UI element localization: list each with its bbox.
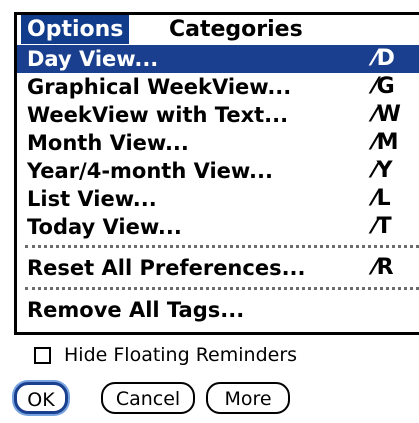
- menu-categories[interactable]: Categories: [163, 15, 309, 44]
- menu-item-shortcut: ⁄G: [373, 74, 395, 99]
- menu-item-label: List View...: [27, 187, 157, 211]
- hide-floating-reminders-checkbox[interactable]: [34, 347, 51, 364]
- menu-bar: Options Categories: [14, 12, 419, 44]
- menu-item-year-4-month-view[interactable]: Year/4-month View... ⁄Y: [17, 157, 419, 185]
- menu-item-label: Today View...: [27, 215, 182, 239]
- menu-item-shortcut: ⁄T: [373, 214, 392, 239]
- menu-item-label: WeekView with Text...: [27, 103, 289, 127]
- menu-item-label: Day View...: [27, 47, 159, 71]
- cancel-button[interactable]: Cancel: [101, 382, 195, 414]
- menu-separator: [25, 287, 419, 290]
- menu-item-list-view[interactable]: List View... ⁄L: [17, 185, 419, 213]
- menu-item-month-view[interactable]: Month View... ⁄M: [17, 129, 419, 157]
- menu-separator: [25, 245, 419, 248]
- more-button[interactable]: More: [206, 382, 290, 414]
- menu-item-remove-all-tags[interactable]: Remove All Tags...: [17, 296, 419, 324]
- menu-options[interactable]: Options: [21, 15, 130, 44]
- menu-item-weekview-text[interactable]: WeekView with Text... ⁄W: [17, 101, 419, 129]
- menu-item-label: Year/4-month View...: [27, 159, 273, 183]
- menu-item-shortcut: ⁄W: [373, 102, 401, 127]
- menu-item-shortcut: ⁄M: [373, 130, 399, 155]
- menu-item-today-view[interactable]: Today View... ⁄T: [17, 213, 419, 241]
- menu-item-day-view[interactable]: Day View... ⁄D: [17, 45, 419, 73]
- screen: Options Categories Day View... ⁄D Graphi…: [0, 0, 419, 423]
- hide-floating-reminders-label: Hide Floating Reminders: [64, 344, 298, 366]
- menu-item-shortcut: ⁄R: [373, 255, 394, 280]
- menu-item-shortcut: ⁄D: [373, 46, 395, 71]
- ok-button[interactable]: OK: [14, 382, 68, 414]
- menu-item-label: Graphical WeekView...: [27, 75, 292, 99]
- options-dropdown-menu: Day View... ⁄D Graphical WeekView... ⁄G …: [14, 44, 419, 335]
- menu-item-reset-preferences[interactable]: Reset All Preferences... ⁄R: [17, 254, 419, 282]
- menu-item-shortcut: ⁄Y: [373, 158, 393, 183]
- menu-item-label: Reset All Preferences...: [27, 256, 306, 280]
- menu-item-graphical-weekview[interactable]: Graphical WeekView... ⁄G: [17, 73, 419, 101]
- menu-item-label: Month View...: [27, 131, 189, 155]
- menu-item-shortcut: ⁄L: [373, 186, 391, 211]
- menu-item-label: Remove All Tags...: [27, 298, 245, 322]
